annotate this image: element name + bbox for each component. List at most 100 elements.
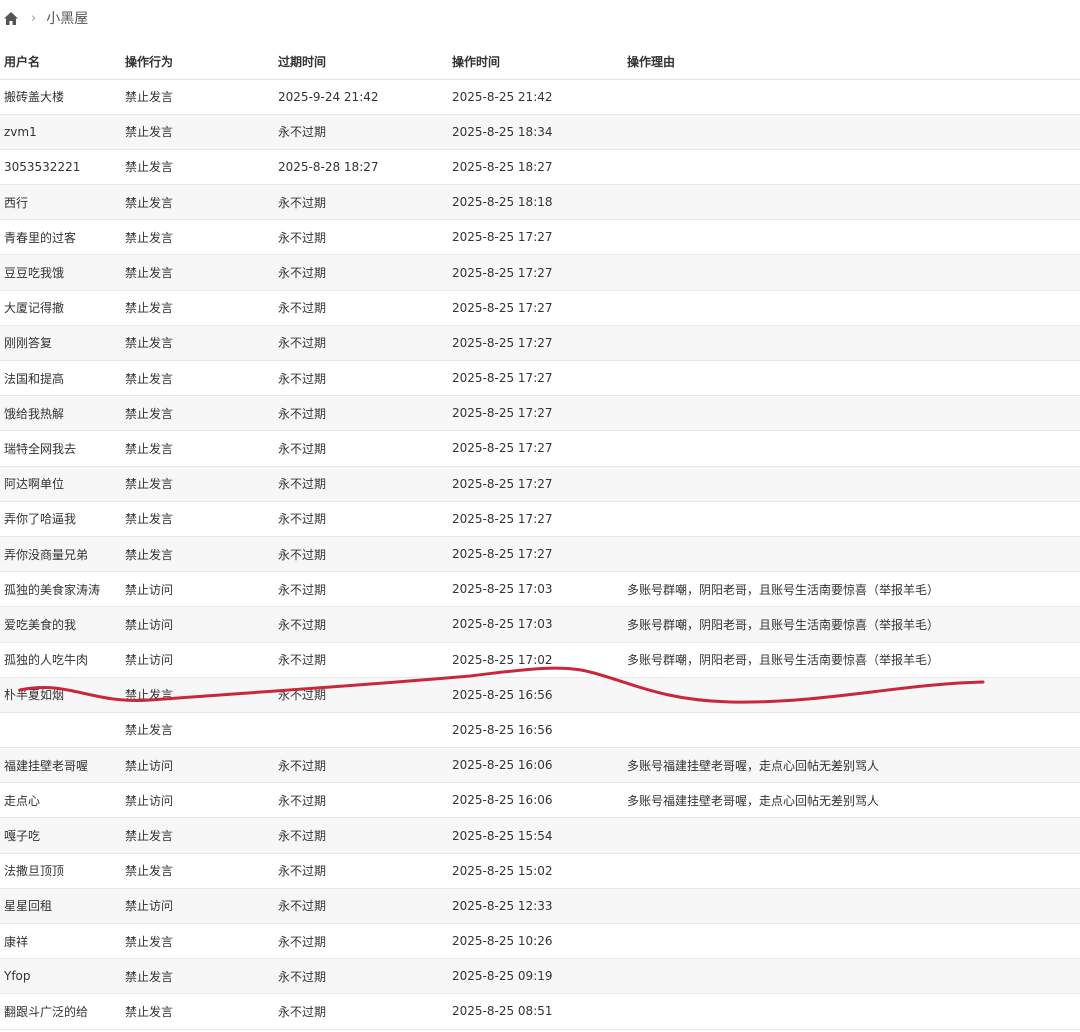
cell-operate-time: 2025-8-25 16:56: [448, 712, 623, 749]
cell-expire-time: [274, 712, 448, 749]
cell-expire-time: 永不过期: [274, 993, 448, 1030]
table-header-row: 用户名 操作行为 过期时间 操作时间 操作理由: [0, 44, 1080, 80]
cell-operate-time: 2025-8-25 17:27: [448, 254, 623, 291]
cell-action: 禁止发言: [121, 254, 274, 291]
cell-username: 饿给我热解: [0, 395, 121, 432]
cell-action: 禁止访问: [121, 782, 274, 819]
cell-action: 禁止发言: [121, 853, 274, 889]
cell-operate-time: 2025-8-25 08:51: [448, 993, 623, 1030]
cell-operate-time: 2025-8-25 15:54: [448, 817, 623, 854]
cell-expire-time: 永不过期: [274, 184, 448, 221]
breadcrumb: › 小黑屋: [0, 0, 1080, 36]
cell-reason: [623, 817, 1080, 854]
cell-action: 禁止发言: [121, 466, 274, 502]
cell-action: 禁止访问: [121, 642, 274, 678]
column-header-action: 操作行为: [121, 44, 274, 80]
cell-action: 禁止发言: [121, 395, 274, 432]
cell-action: 禁止访问: [121, 747, 274, 784]
table-row: 刚刚答复 禁止发言 永不过期 2025-8-25 17:27: [0, 325, 1080, 362]
cell-username: [0, 712, 121, 749]
cell-expire-time: 永不过期: [274, 290, 448, 326]
cell-operate-time: 2025-8-25 17:27: [448, 325, 623, 362]
cell-username: 大厦记得撤: [0, 290, 121, 326]
cell-expire-time: 永不过期: [274, 395, 448, 432]
table-row: 爱吃美食的我 禁止访问 永不过期 2025-8-25 17:03 多账号群嘲，阴阳老哥，…: [0, 606, 1080, 643]
cell-operate-time: 2025-8-25 16:06: [448, 747, 623, 784]
cell-operate-time: 2025-8-25 17:27: [448, 501, 623, 537]
cell-expire-time: 永不过期: [274, 747, 448, 784]
cell-reason: [623, 888, 1080, 925]
table-row: 3053532221 禁止发言 2025-8-28 18:27 2025-8-25 1…: [0, 149, 1080, 186]
cell-username: 走点心: [0, 782, 121, 819]
cell-operate-time: 2025-8-25 15:02: [448, 853, 623, 889]
cell-reason: [623, 114, 1080, 150]
cell-expire-time: 永不过期: [274, 853, 448, 889]
column-header-username: 用户名: [0, 44, 121, 80]
cell-operate-time: 2025-8-25 17:03: [448, 606, 623, 643]
cell-reason: [623, 325, 1080, 362]
cell-username: Yfop: [0, 958, 121, 995]
cell-expire-time: 2025-8-28 18:27: [274, 149, 448, 186]
cell-expire-time: 永不过期: [274, 360, 448, 397]
home-icon[interactable]: [2, 9, 20, 27]
cell-action: 禁止发言: [121, 79, 274, 115]
cell-username: 豆豆吃我饿: [0, 254, 121, 291]
cell-username: 爱吃美食的我: [0, 606, 121, 643]
blacklist-table: 用户名 操作行为 过期时间 操作时间 操作理由 搬砖盖大楼 禁止发言 2025-9-…: [0, 44, 1080, 1030]
cell-expire-time: 永不过期: [274, 888, 448, 925]
cell-reason: [623, 360, 1080, 397]
cell-action: 禁止发言: [121, 219, 274, 256]
cell-username: 孤独的人吃牛肉: [0, 642, 121, 678]
cell-username: 西行: [0, 184, 121, 221]
table-row: 嘎子吃 禁止发言 永不过期 2025-8-25 15:54: [0, 817, 1080, 854]
cell-expire-time: 永不过期: [274, 677, 448, 713]
cell-username: 阿达啊单位: [0, 466, 121, 502]
cell-username: 法撒旦顶顶: [0, 853, 121, 889]
table-row: 康祥 禁止发言 永不过期 2025-8-25 10:26: [0, 923, 1080, 960]
cell-operate-time: 2025-8-25 12:33: [448, 888, 623, 925]
cell-reason: [623, 149, 1080, 186]
cell-reason: [623, 219, 1080, 256]
table-row: Yfop 禁止发言 永不过期 2025-8-25 09:19: [0, 958, 1080, 995]
cell-action: 禁止发言: [121, 993, 274, 1030]
cell-operate-time: 2025-8-25 18:34: [448, 114, 623, 150]
cell-operate-time: 2025-8-25 18:18: [448, 184, 623, 221]
cell-username: 刚刚答复: [0, 325, 121, 362]
table-row: 走点心 禁止访问 永不过期 2025-8-25 16:06 多账号福建挂壁老哥喔，走点心…: [0, 782, 1080, 819]
cell-username: 3053532221: [0, 149, 121, 186]
cell-reason: [623, 923, 1080, 960]
cell-operate-time: 2025-8-25 17:27: [448, 536, 623, 573]
column-header-operate-time: 操作时间: [448, 44, 623, 80]
cell-operate-time: 2025-8-25 17:27: [448, 395, 623, 432]
table-row: 弄你没商量兄弟 禁止发言 永不过期 2025-8-25 17:27: [0, 536, 1080, 573]
table-body: 搬砖盖大楼 禁止发言 2025-9-24 21:42 2025-8-25 21:42 z…: [0, 79, 1080, 1030]
cell-action: 禁止发言: [121, 712, 274, 749]
cell-reason: 多账号群嘲，阴阳老哥，且账号生活南要惊喜（举报羊毛）: [623, 642, 1080, 678]
cell-expire-time: 永不过期: [274, 254, 448, 291]
cell-username: 孤独的美食家涛涛: [0, 571, 121, 608]
cell-expire-time: 永不过期: [274, 923, 448, 960]
cell-expire-time: 永不过期: [274, 958, 448, 995]
cell-action: 禁止发言: [121, 430, 274, 467]
cell-operate-time: 2025-8-25 21:42: [448, 79, 623, 115]
cell-reason: [623, 536, 1080, 573]
table-row: 法国和提高 禁止发言 永不过期 2025-8-25 17:27: [0, 360, 1080, 397]
cell-action: 禁止发言: [121, 923, 274, 960]
table-row: 孤独的美食家涛涛 禁止访问 永不过期 2025-8-25 17:03 多账号群嘲，阴阳老…: [0, 571, 1080, 608]
cell-action: 禁止发言: [121, 290, 274, 326]
table-row: 翻跟斗广泛的给 禁止发言 永不过期 2025-8-25 08:51: [0, 993, 1080, 1030]
cell-action: 禁止访问: [121, 606, 274, 643]
cell-operate-time: 2025-8-25 17:27: [448, 430, 623, 467]
cell-expire-time: 永不过期: [274, 571, 448, 608]
cell-expire-time: 永不过期: [274, 114, 448, 150]
cell-username: 弄你没商量兄弟: [0, 536, 121, 573]
cell-expire-time: 永不过期: [274, 430, 448, 467]
cell-expire-time: 永不过期: [274, 817, 448, 854]
cell-reason: [623, 853, 1080, 889]
table-row: 朴半夏如烟 禁止发言 永不过期 2025-8-25 16:56: [0, 677, 1080, 713]
table-row: 饿给我热解 禁止发言 永不过期 2025-8-25 17:27: [0, 395, 1080, 432]
cell-username: zvm1: [0, 114, 121, 150]
cell-reason: [623, 395, 1080, 432]
cell-action: 禁止发言: [121, 184, 274, 221]
table-row: 大厦记得撤 禁止发言 永不过期 2025-8-25 17:27: [0, 290, 1080, 326]
